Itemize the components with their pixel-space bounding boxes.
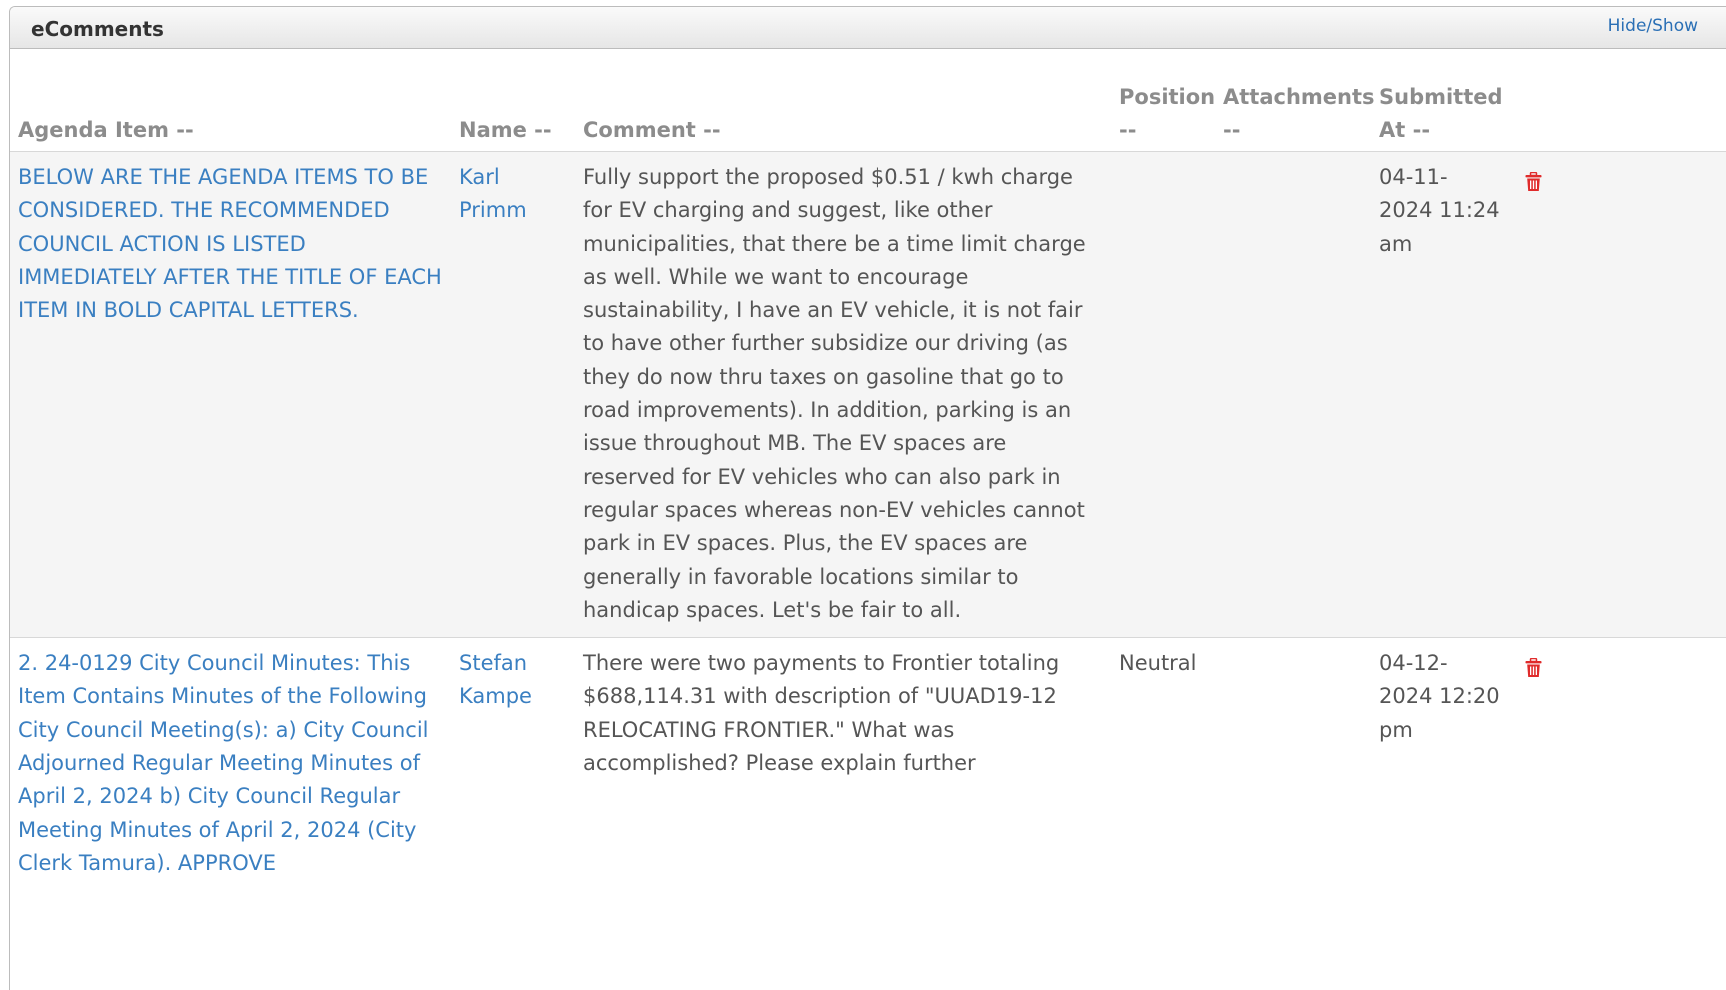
- column-header-name[interactable]: Name --: [451, 79, 575, 152]
- attachments-cell: [1215, 637, 1371, 891]
- actions-cell: [1509, 637, 1726, 891]
- agenda-item-link[interactable]: BELOW ARE THE AGENDA ITEMS TO BE CONSIDE…: [18, 165, 442, 322]
- ecomments-panel: eComments Hide/Show Agenda Item -- Name …: [9, 6, 1726, 990]
- position-cell: [1111, 151, 1215, 638]
- trash-icon[interactable]: [1525, 169, 1542, 202]
- column-header-actions: [1509, 79, 1726, 152]
- trash-icon[interactable]: [1525, 655, 1542, 688]
- column-header-position[interactable]: Position --: [1111, 79, 1215, 152]
- submitted-at-cell: 04-11-2024 11:24 am: [1371, 151, 1509, 638]
- ecomments-table: Agenda Item -- Name -- Comment -- Positi…: [10, 79, 1726, 891]
- attachments-cell: [1215, 151, 1371, 638]
- column-header-submitted-at[interactable]: Submitted At --: [1371, 79, 1509, 152]
- comment-cell: Fully support the proposed $0.51 / kwh c…: [575, 151, 1111, 638]
- comment-cell: There were two payments to Frontier tota…: [575, 637, 1111, 891]
- name-cell: Stefan Kampe: [451, 637, 575, 891]
- column-header-attachments[interactable]: Attachments --: [1215, 79, 1375, 152]
- agenda-item-cell: BELOW ARE THE AGENDA ITEMS TO BE CONSIDE…: [10, 151, 451, 638]
- table-header-row: Agenda Item -- Name -- Comment -- Positi…: [10, 79, 1726, 152]
- commenter-name-link[interactable]: Stefan Kampe: [459, 651, 532, 708]
- commenter-name-link[interactable]: Karl Primm: [459, 165, 527, 222]
- hide-show-link[interactable]: Hide/Show: [1608, 16, 1698, 36]
- agenda-item-cell: 2. 24-0129 City Council Minutes: This It…: [10, 637, 451, 891]
- submitted-at-cell: 04-12-2024 12:20 pm: [1371, 637, 1509, 891]
- column-header-comment[interactable]: Comment --: [575, 79, 1111, 152]
- table-row: 2. 24-0129 City Council Minutes: This It…: [10, 637, 1726, 891]
- column-header-agenda-item[interactable]: Agenda Item --: [10, 79, 451, 152]
- panel-title: eComments: [31, 17, 164, 41]
- agenda-item-link[interactable]: 2. 24-0129 City Council Minutes: This It…: [18, 651, 429, 875]
- table-row: BELOW ARE THE AGENDA ITEMS TO BE CONSIDE…: [10, 151, 1726, 638]
- panel-header: eComments Hide/Show: [10, 7, 1726, 49]
- name-cell: Karl Primm: [451, 151, 575, 638]
- position-cell: Neutral: [1111, 637, 1215, 891]
- actions-cell: [1509, 151, 1726, 638]
